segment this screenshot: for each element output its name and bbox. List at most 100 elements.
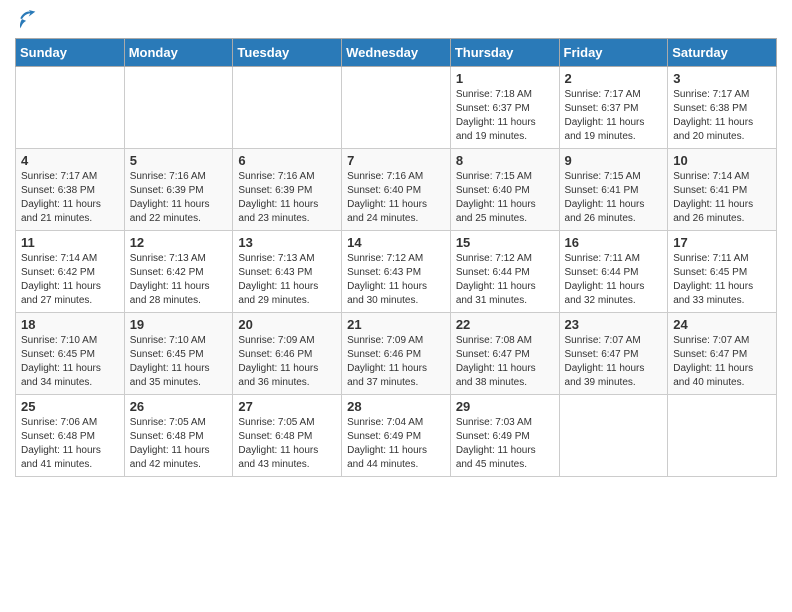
day-info: Sunrise: 7:05 AMSunset: 6:48 PMDaylight:…: [238, 416, 336, 472]
day-number: 17: [673, 235, 771, 250]
calendar-day: 8 Sunrise: 7:15 AMSunset: 6:40 PMDaylight…: [450, 149, 559, 231]
weekday-header-monday: Monday: [124, 39, 233, 67]
day-number: 28: [347, 399, 445, 414]
day-number: 21: [347, 317, 445, 332]
calendar-day: 23 Sunrise: 7:07 AMSunset: 6:47 PMDayligh…: [559, 313, 668, 395]
day-info: Sunrise: 7:17 AMSunset: 6:37 PMDaylight:…: [565, 88, 663, 144]
day-info: Sunrise: 7:04 AMSunset: 6:49 PMDaylight:…: [347, 416, 445, 472]
calendar-day: 25Sunrise: 7:06 AMSunset: 6:48 PMDayligh…: [16, 395, 125, 477]
calendar-table: SundayMondayTuesdayWednesdayThursdayFrid…: [15, 38, 777, 477]
calendar-day: 14Sunrise: 7:12 AMSunset: 6:43 PMDayligh…: [342, 231, 451, 313]
day-info: Sunrise: 7:14 AMSunset: 6:42 PMDaylight:…: [21, 252, 119, 308]
day-number: 23: [565, 317, 663, 332]
calendar-week-2: 4 Sunrise: 7:17 AMSunset: 6:38 PMDaylight…: [16, 149, 777, 231]
day-info: Sunrise: 7:13 AMSunset: 6:43 PMDaylight:…: [238, 252, 336, 308]
day-info: Sunrise: 7:18 AMSunset: 6:37 PMDaylight:…: [456, 88, 554, 144]
calendar-day: 1 Sunrise: 7:18 AMSunset: 6:37 PMDaylight…: [450, 67, 559, 149]
day-info: Sunrise: 7:11 AMSunset: 6:44 PMDaylight:…: [565, 252, 663, 308]
day-info: Sunrise: 7:12 AMSunset: 6:43 PMDaylight:…: [347, 252, 445, 308]
calendar-day: 17 Sunrise: 7:11 AMSunset: 6:45 PMDayligh…: [668, 231, 777, 313]
day-number: 18: [21, 317, 119, 332]
calendar-day: 19 Sunrise: 7:10 AMSunset: 6:45 PMDayligh…: [124, 313, 233, 395]
calendar-day: 16 Sunrise: 7:11 AMSunset: 6:44 PMDayligh…: [559, 231, 668, 313]
day-info: Sunrise: 7:17 AMSunset: 6:38 PMDaylight:…: [21, 170, 119, 226]
day-info: Sunrise: 7:10 AMSunset: 6:45 PMDaylight:…: [130, 334, 228, 390]
calendar-day: 15 Sunrise: 7:12 AMSunset: 6:44 PMDayligh…: [450, 231, 559, 313]
day-info: Sunrise: 7:07 AMSunset: 6:47 PMDaylight:…: [565, 334, 663, 390]
day-number: 19: [130, 317, 228, 332]
calendar-day: 3Sunrise: 7:17 AMSunset: 6:38 PMDaylight…: [668, 67, 777, 149]
day-number: 27: [238, 399, 336, 414]
day-number: 1: [456, 71, 554, 86]
day-number: 20: [238, 317, 336, 332]
day-number: 26: [130, 399, 228, 414]
calendar-day: 20 Sunrise: 7:09 AMSunset: 6:46 PMDayligh…: [233, 313, 342, 395]
day-number: 25: [21, 399, 119, 414]
day-info: Sunrise: 7:05 AMSunset: 6:48 PMDaylight:…: [130, 416, 228, 472]
calendar-day: [233, 67, 342, 149]
day-number: 9: [565, 153, 663, 168]
day-number: 2: [565, 71, 663, 86]
weekday-header-sunday: Sunday: [16, 39, 125, 67]
calendar-day: 29 Sunrise: 7:03 AMSunset: 6:49 PMDayligh…: [450, 395, 559, 477]
calendar-day: [668, 395, 777, 477]
calendar-day: 13 Sunrise: 7:13 AMSunset: 6:43 PMDayligh…: [233, 231, 342, 313]
calendar-day: 28 Sunrise: 7:04 AMSunset: 6:49 PMDayligh…: [342, 395, 451, 477]
page-header: [15, 10, 777, 30]
calendar-day: 7 Sunrise: 7:16 AMSunset: 6:40 PMDaylight…: [342, 149, 451, 231]
calendar-week-4: 18 Sunrise: 7:10 AMSunset: 6:45 PMDayligh…: [16, 313, 777, 395]
day-info: Sunrise: 7:10 AMSunset: 6:45 PMDaylight:…: [21, 334, 119, 390]
day-info: Sunrise: 7:16 AMSunset: 6:39 PMDaylight:…: [238, 170, 336, 226]
day-info: Sunrise: 7:09 AMSunset: 6:46 PMDaylight:…: [347, 334, 445, 390]
day-info: Sunrise: 7:15 AMSunset: 6:41 PMDaylight:…: [565, 170, 663, 226]
logo: [15, 10, 39, 30]
calendar-day: 6 Sunrise: 7:16 AMSunset: 6:39 PMDaylight…: [233, 149, 342, 231]
day-number: 29: [456, 399, 554, 414]
day-info: Sunrise: 7:14 AMSunset: 6:41 PMDaylight:…: [673, 170, 771, 226]
calendar-day: 27 Sunrise: 7:05 AMSunset: 6:48 PMDayligh…: [233, 395, 342, 477]
day-info: Sunrise: 7:11 AMSunset: 6:45 PMDaylight:…: [673, 252, 771, 308]
calendar-day: 4 Sunrise: 7:17 AMSunset: 6:38 PMDaylight…: [16, 149, 125, 231]
day-number: 15: [456, 235, 554, 250]
calendar-day: 21 Sunrise: 7:09 AMSunset: 6:46 PMDayligh…: [342, 313, 451, 395]
calendar-day: 22 Sunrise: 7:08 AMSunset: 6:47 PMDayligh…: [450, 313, 559, 395]
weekday-header-wednesday: Wednesday: [342, 39, 451, 67]
day-info: Sunrise: 7:16 AMSunset: 6:40 PMDaylight:…: [347, 170, 445, 226]
weekday-header-friday: Friday: [559, 39, 668, 67]
day-info: Sunrise: 7:13 AMSunset: 6:42 PMDaylight:…: [130, 252, 228, 308]
day-info: Sunrise: 7:03 AMSunset: 6:49 PMDaylight:…: [456, 416, 554, 472]
day-number: 12: [130, 235, 228, 250]
day-number: 24: [673, 317, 771, 332]
day-info: Sunrise: 7:12 AMSunset: 6:44 PMDaylight:…: [456, 252, 554, 308]
calendar-day: 18 Sunrise: 7:10 AMSunset: 6:45 PMDayligh…: [16, 313, 125, 395]
calendar-day: [559, 395, 668, 477]
weekday-header-saturday: Saturday: [668, 39, 777, 67]
calendar-day: 5Sunrise: 7:16 AMSunset: 6:39 PMDaylight…: [124, 149, 233, 231]
calendar-day: 24Sunrise: 7:07 AMSunset: 6:47 PMDayligh…: [668, 313, 777, 395]
day-number: 13: [238, 235, 336, 250]
calendar-day: [124, 67, 233, 149]
calendar-week-1: 1 Sunrise: 7:18 AMSunset: 6:37 PMDaylight…: [16, 67, 777, 149]
weekday-header-tuesday: Tuesday: [233, 39, 342, 67]
day-number: 5: [130, 153, 228, 168]
day-number: 7: [347, 153, 445, 168]
day-info: Sunrise: 7:15 AMSunset: 6:40 PMDaylight:…: [456, 170, 554, 226]
calendar-day: 2 Sunrise: 7:17 AMSunset: 6:37 PMDaylight…: [559, 67, 668, 149]
day-number: 4: [21, 153, 119, 168]
day-number: 6: [238, 153, 336, 168]
day-info: Sunrise: 7:08 AMSunset: 6:47 PMDaylight:…: [456, 334, 554, 390]
day-number: 22: [456, 317, 554, 332]
calendar-day: 9 Sunrise: 7:15 AMSunset: 6:41 PMDaylight…: [559, 149, 668, 231]
calendar-day: [342, 67, 451, 149]
day-number: 11: [21, 235, 119, 250]
day-number: 10: [673, 153, 771, 168]
calendar-week-3: 11 Sunrise: 7:14 AMSunset: 6:42 PMDayligh…: [16, 231, 777, 313]
day-number: 8: [456, 153, 554, 168]
day-number: 16: [565, 235, 663, 250]
calendar-day: [16, 67, 125, 149]
day-info: Sunrise: 7:09 AMSunset: 6:46 PMDaylight:…: [238, 334, 336, 390]
calendar-day: 26 Sunrise: 7:05 AMSunset: 6:48 PMDayligh…: [124, 395, 233, 477]
calendar-day: 11 Sunrise: 7:14 AMSunset: 6:42 PMDayligh…: [16, 231, 125, 313]
bird-icon: [17, 10, 37, 30]
calendar-day: 12 Sunrise: 7:13 AMSunset: 6:42 PMDayligh…: [124, 231, 233, 313]
